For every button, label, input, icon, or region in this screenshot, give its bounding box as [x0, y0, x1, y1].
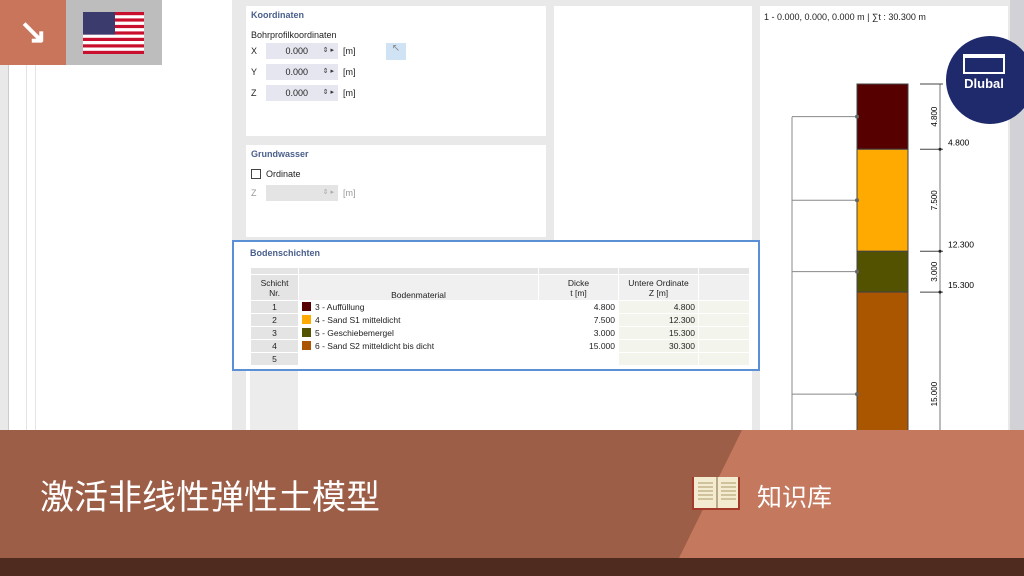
ordinate-cell: 15.300: [618, 326, 699, 340]
tick-dot: [938, 249, 942, 253]
ordinate-cell: [618, 352, 699, 366]
row-nr: 1: [250, 300, 299, 314]
banner-title: 激活非线性弹性土模型: [40, 478, 380, 518]
bodenschichten-highlight: Bodenschichten Schicht Nr. Bodenmaterial…: [232, 240, 760, 371]
coord-x-input[interactable]: 0.000 ⇕ ▸: [266, 43, 338, 59]
dicke-cell[interactable]: [538, 352, 619, 366]
dicke-cell[interactable]: 3.000: [538, 326, 619, 340]
leader-dot: [855, 269, 859, 274]
us-flag-icon: [83, 12, 144, 54]
coord-unit: [m]: [343, 67, 356, 77]
material-cell[interactable]: 6 - Sand S2 mitteldicht bis dicht: [298, 339, 539, 353]
col-header-nr: Schicht Nr.: [250, 274, 299, 301]
table-row[interactable]: 2 4 - Sand S1 mitteldicht 7.500 12.300: [250, 313, 750, 327]
depth-label: 12.300: [948, 239, 974, 249]
dlubal-logo: Dlubal: [946, 36, 1024, 124]
color-swatch: [302, 302, 311, 311]
ordinate-checkbox[interactable]: [251, 169, 261, 179]
book-icon: [692, 477, 740, 510]
soil-layer-4: [856, 291, 909, 430]
soil-layer-2: [856, 148, 909, 252]
soil-layer-3: [856, 250, 909, 293]
col-header-material: Bodenmaterial: [298, 274, 539, 301]
coord-unit: [m]: [343, 88, 356, 98]
ordinate-cell: 12.300: [618, 313, 699, 327]
coord-label: X: [251, 46, 258, 56]
leader-dot: [855, 198, 859, 203]
tick-dot: [938, 147, 942, 151]
spinner-icon[interactable]: ⇕ ▸: [323, 64, 334, 80]
dicke-cell[interactable]: 4.800: [538, 300, 619, 314]
col-header-dicke: Dicke t [m]: [538, 274, 619, 301]
pick-point-button[interactable]: ↖: [386, 43, 406, 60]
table-row[interactable]: 1 3 - Auffüllung 4.800 4.800: [250, 300, 750, 314]
material-cell[interactable]: 5 - Geschiebemergel: [298, 326, 539, 340]
grundwasser-title: Grundwasser: [251, 149, 309, 159]
dicke-cell[interactable]: 7.500: [538, 313, 619, 327]
z-label: Z: [251, 188, 257, 198]
coord-z-input[interactable]: 0.000 ⇕ ▸: [266, 85, 338, 101]
spinner-icon[interactable]: ⇕ ▸: [323, 43, 334, 59]
coord-label: Z: [251, 88, 257, 98]
color-swatch: [302, 328, 311, 337]
bodenschichten-title: Bodenschichten: [250, 248, 321, 258]
row-nr: 3: [250, 326, 299, 340]
logo-text: Dlubal: [964, 76, 1004, 91]
koordinaten-panel: Koordinaten Bohrprofilkoordinaten X 0.00…: [246, 6, 546, 136]
z-unit: [m]: [343, 188, 356, 198]
thickness-label: 7.500: [930, 190, 939, 211]
grundwasser-panel: Grundwasser Ordinate Z ⇕ ▸ [m]: [246, 145, 546, 237]
coord-y-input[interactable]: 0.000 ⇕ ▸: [266, 64, 338, 80]
ordinate-cell: 30.300: [618, 339, 699, 353]
soil-layers-table: Schicht Nr. Bodenmaterial Dicke t [m] Un…: [250, 267, 750, 366]
material-cell[interactable]: [298, 352, 539, 366]
knowledge-base-link[interactable]: 知识库: [757, 478, 832, 514]
row-nr: 4: [250, 339, 299, 353]
spinner-icon[interactable]: ⇕ ▸: [323, 85, 334, 101]
depth-label: 4.800: [948, 137, 970, 147]
groundwater-z-input[interactable]: ⇕ ▸: [266, 185, 338, 201]
soil-layer-1: [856, 83, 909, 150]
nav-arrow-button[interactable]: ↘: [0, 0, 66, 65]
leader-dot: [855, 114, 859, 119]
row-nr: 2: [250, 313, 299, 327]
ordinate-cell: 4.800: [618, 300, 699, 314]
table-row[interactable]: 3 5 - Geschiebemergel 3.000 15.300: [250, 326, 750, 340]
ordinate-label: Ordinate: [266, 169, 301, 179]
bohrprofil-label: Bohrprofilkoordinaten: [251, 30, 337, 40]
table-row[interactable]: 4 6 - Sand S2 mitteldicht bis dicht 15.0…: [250, 339, 750, 353]
bottom-bar: [0, 558, 1024, 576]
leader-dot: [855, 392, 859, 397]
thickness-label: 15.000: [930, 381, 939, 406]
material-cell[interactable]: 4 - Sand S1 mitteldicht: [298, 313, 539, 327]
color-swatch: [302, 315, 311, 324]
col-header-ordinate: Untere Ordinate Z [m]: [618, 274, 699, 301]
tick-dot: [938, 290, 942, 294]
thickness-label: 4.800: [930, 106, 939, 127]
language-button[interactable]: [66, 0, 162, 65]
koordinaten-title: Koordinaten: [251, 10, 304, 20]
coord-unit: [m]: [343, 46, 356, 56]
dicke-cell[interactable]: 15.000: [538, 339, 619, 353]
color-swatch: [302, 341, 311, 350]
table-row[interactable]: 5: [250, 352, 750, 366]
thickness-label: 3.000: [930, 261, 939, 282]
depth-label: 15.300: [948, 280, 974, 290]
material-cell[interactable]: 3 - Auffüllung: [298, 300, 539, 314]
row-nr: 5: [250, 352, 299, 366]
coord-label: Y: [251, 67, 258, 77]
